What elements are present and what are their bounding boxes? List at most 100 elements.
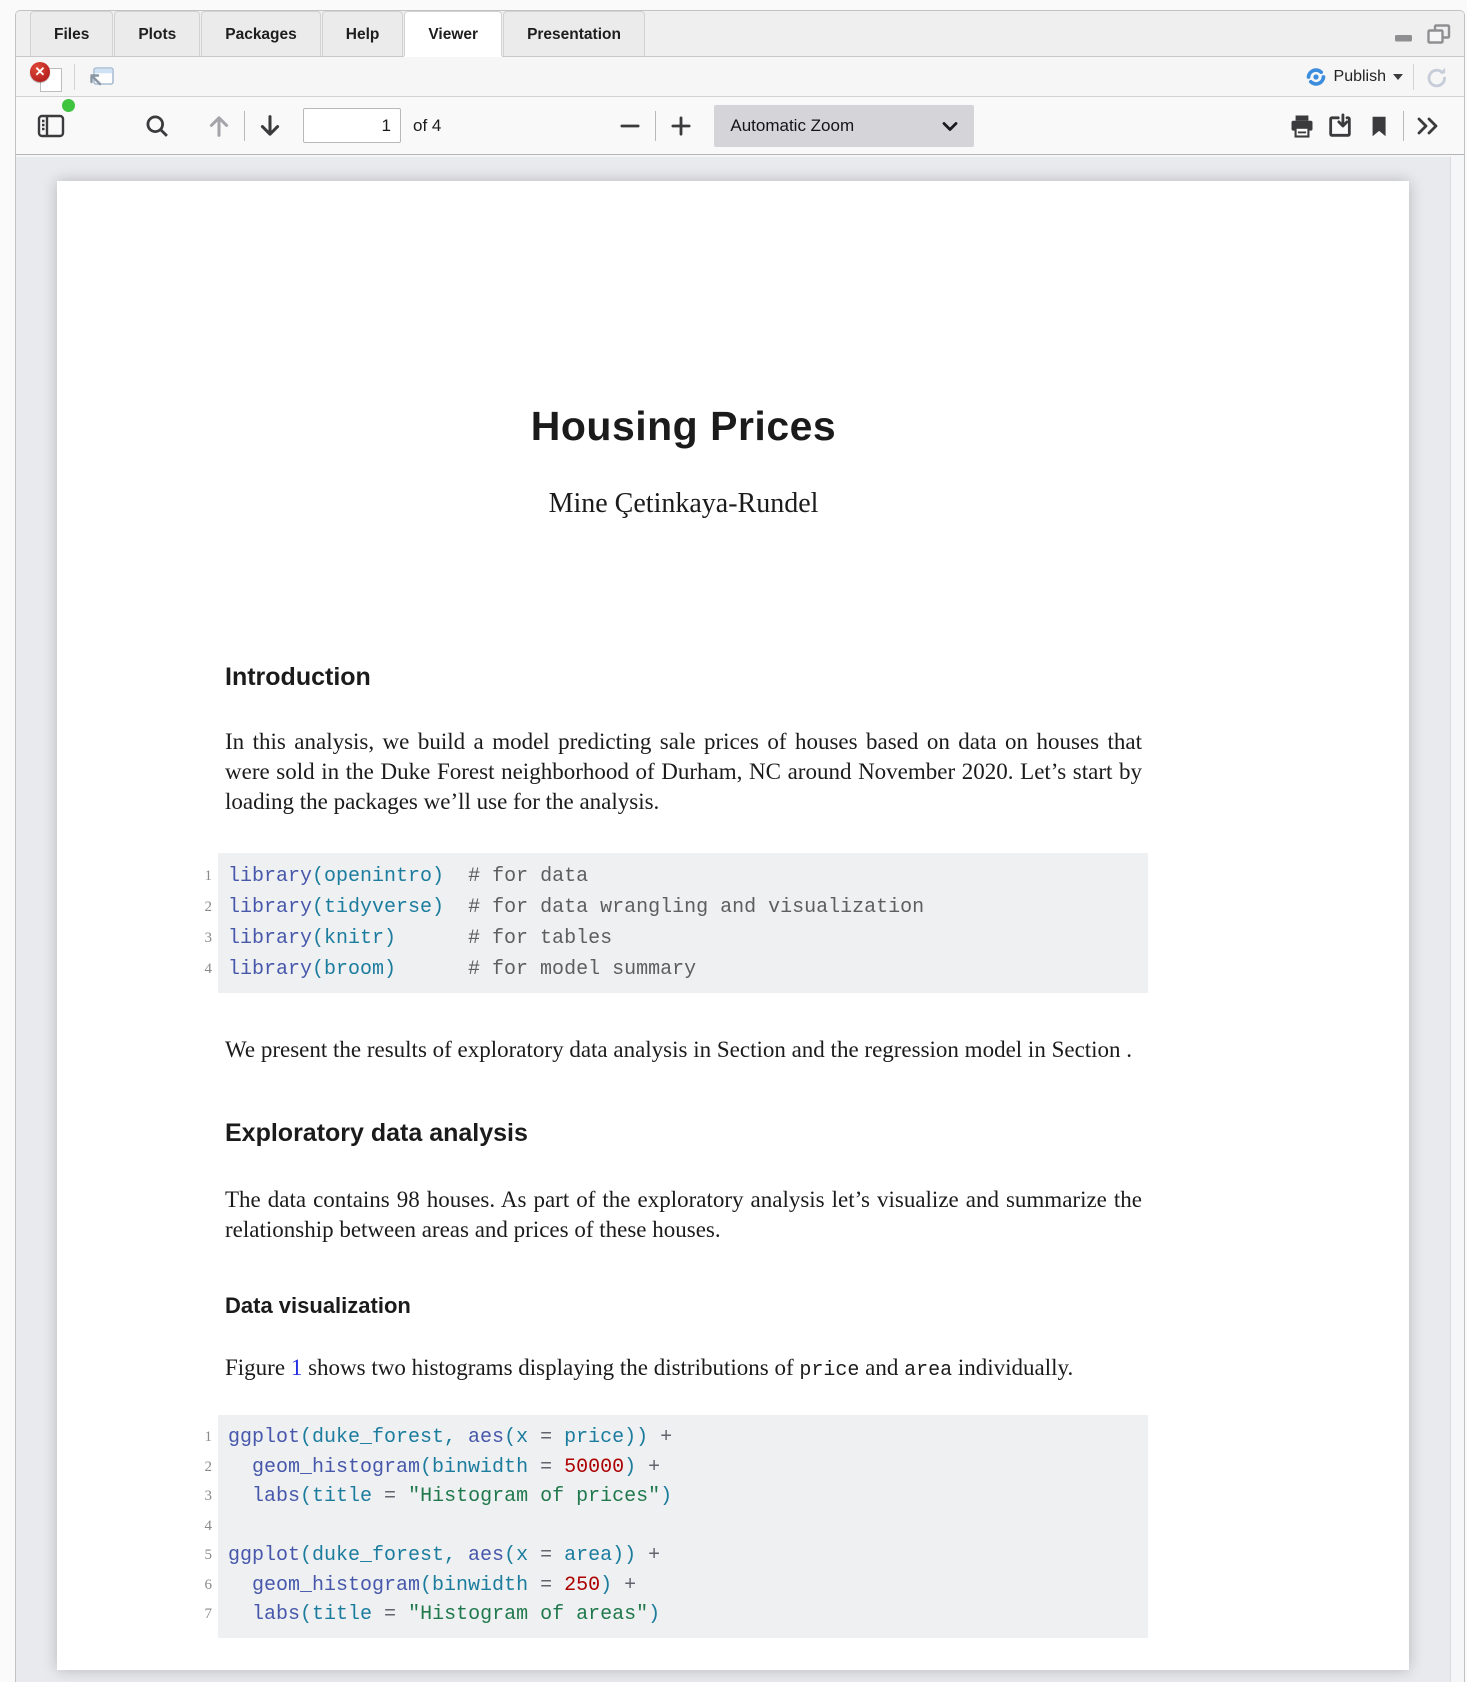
code-token-fn: geom_histogram [252, 1574, 420, 1597]
code-token-id: (tidyverse) [312, 896, 444, 919]
maximize-pane-icon[interactable] [1426, 23, 1452, 45]
code-token-id: ) [600, 1574, 624, 1597]
code-token-fn: geom_histogram [252, 1456, 420, 1479]
code-token-nu: 250 [564, 1574, 600, 1597]
heading-introduction: Introduction [225, 663, 371, 692]
code-token-id: ) [660, 1485, 672, 1508]
code-token-nu: 50000 [564, 1456, 624, 1479]
code-line-number: 3 [184, 923, 212, 954]
code-token-id: (x [504, 1544, 540, 1567]
refresh-icon[interactable] [1424, 64, 1450, 90]
next-page-button[interactable] [251, 106, 289, 146]
code-token-co: # for model summary [468, 958, 696, 981]
code-line-number: 4 [184, 954, 212, 985]
code-line-number: 1 [184, 1423, 212, 1453]
bookmark-button[interactable] [1359, 106, 1397, 146]
toolbar-divider [1413, 64, 1414, 90]
code-token-id: (title [300, 1603, 384, 1626]
more-tools-button[interactable] [1410, 106, 1448, 146]
code-line: 7 labs(title = "Histogram of areas") [228, 1600, 1148, 1630]
code-token-pl [228, 1485, 252, 1508]
code-token-co: # for data [468, 865, 588, 888]
code-block-ggplot: 1ggplot(duke_forest, aes(x = price)) +2 … [218, 1415, 1148, 1638]
find-in-document-button[interactable] [138, 106, 176, 146]
tab-presentation[interactable]: Presentation [503, 11, 645, 56]
code-token-op: + [648, 1544, 660, 1567]
code-line: 1ggplot(duke_forest, aes(x = price)) + [228, 1423, 1148, 1453]
zoom-in-button[interactable] [662, 106, 700, 146]
tab-packages[interactable]: Packages [201, 11, 321, 56]
page-number-input[interactable] [303, 108, 401, 143]
vertical-scrollbar[interactable] [1450, 157, 1464, 1682]
code-token-st: "Histogram of areas" [408, 1603, 648, 1626]
code-token-fn: labs [252, 1603, 300, 1626]
paragraph-figure-reference: Figure 1 shows two histograms displaying… [225, 1353, 1142, 1386]
paragraph-introduction: In this analysis, we build a model predi… [225, 727, 1142, 817]
sidebar-notification-dot [62, 99, 75, 112]
print-button[interactable] [1283, 106, 1321, 146]
code-token-fn: library [228, 958, 312, 981]
text-run: and [859, 1355, 904, 1380]
tab-help[interactable]: Help [322, 11, 404, 56]
pdf-toolbar-divider [655, 111, 656, 141]
code-line-number: 1 [184, 861, 212, 892]
code-line: 4library(broom) # for model summary [228, 954, 1148, 985]
code-token-fn: aes [468, 1544, 504, 1567]
minimize-pane-icon[interactable] [1392, 24, 1416, 44]
tab-plots[interactable]: Plots [114, 11, 200, 56]
text-run: shows two histograms displaying the dist… [302, 1355, 799, 1380]
popout-window-icon[interactable] [87, 65, 115, 89]
publish-dropdown-caret[interactable] [1393, 74, 1403, 80]
heading-exploratory-data-analysis: Exploratory data analysis [225, 1119, 528, 1148]
publish-button[interactable]: Publish [1305, 67, 1403, 87]
page-count-label: of 4 [413, 116, 441, 136]
toggle-sidebar-button[interactable] [32, 106, 70, 146]
code-line-number: 3 [184, 1482, 212, 1512]
code-token-co: # for tables [468, 927, 612, 950]
code-token-pl [396, 927, 468, 950]
heading-data-visualization: Data visualization [225, 1293, 411, 1319]
code-token-op: = [384, 1485, 408, 1508]
document-author: Mine Çetinkaya-Rundel [225, 488, 1142, 520]
viewer-pane: Files Plots Packages Help Viewer Present… [15, 10, 1465, 1682]
tab-files[interactable]: Files [30, 11, 113, 56]
code-token-pl [228, 1574, 252, 1597]
code-line: 1library(openintro) # for data [228, 861, 1148, 892]
pdf-viewport[interactable]: Housing Prices Mine Çetinkaya-Rundel Int… [16, 157, 1464, 1682]
code-token-id: ) [624, 1456, 648, 1479]
code-token-op: + [660, 1426, 672, 1449]
code-token-fn: aes [468, 1426, 504, 1449]
pdf-toolbar-divider [1403, 111, 1404, 141]
code-token-id: (broom) [312, 958, 396, 981]
code-token-fn: labs [252, 1485, 300, 1508]
zoom-out-button[interactable] [611, 106, 649, 146]
code-token-op: = [540, 1456, 564, 1479]
code-token-op: = [384, 1603, 408, 1626]
code-token-id: ) [648, 1603, 660, 1626]
code-token-id: area)) [564, 1544, 648, 1567]
code-line: 2 geom_histogram(binwidth = 50000) + [228, 1453, 1148, 1483]
code-line: 3library(knitr) # for tables [228, 923, 1148, 954]
pdf-toolbar-divider [244, 111, 245, 141]
code-token-id: price)) [564, 1426, 660, 1449]
zoom-level-select[interactable]: Automatic Zoom [714, 105, 974, 147]
text-run: Figure [225, 1355, 291, 1380]
code-token-id: (binwidth [420, 1456, 540, 1479]
code-token-id: (binwidth [420, 1574, 540, 1597]
tab-viewer[interactable]: Viewer [404, 11, 502, 56]
code-token-op: + [624, 1574, 636, 1597]
save-download-button[interactable] [1321, 106, 1359, 146]
pane-controls [1392, 23, 1452, 45]
pdf-toolbar: of 4 Automatic Zoom [16, 97, 1464, 155]
code-token-pl [444, 896, 468, 919]
clear-viewer-button[interactable]: ✕ [30, 62, 62, 92]
figure-link[interactable]: 1 [291, 1355, 303, 1380]
viewer-toolbar: ✕ Publish [16, 57, 1464, 97]
code-line: 4 [228, 1512, 1148, 1542]
paragraph-present-results: We present the results of exploratory da… [225, 1035, 1142, 1065]
code-line-number: 7 [184, 1600, 212, 1630]
code-token-id: (x [504, 1426, 540, 1449]
code-token-op: = [540, 1426, 564, 1449]
code-token-fn: library [228, 896, 312, 919]
previous-page-button[interactable] [200, 106, 238, 146]
